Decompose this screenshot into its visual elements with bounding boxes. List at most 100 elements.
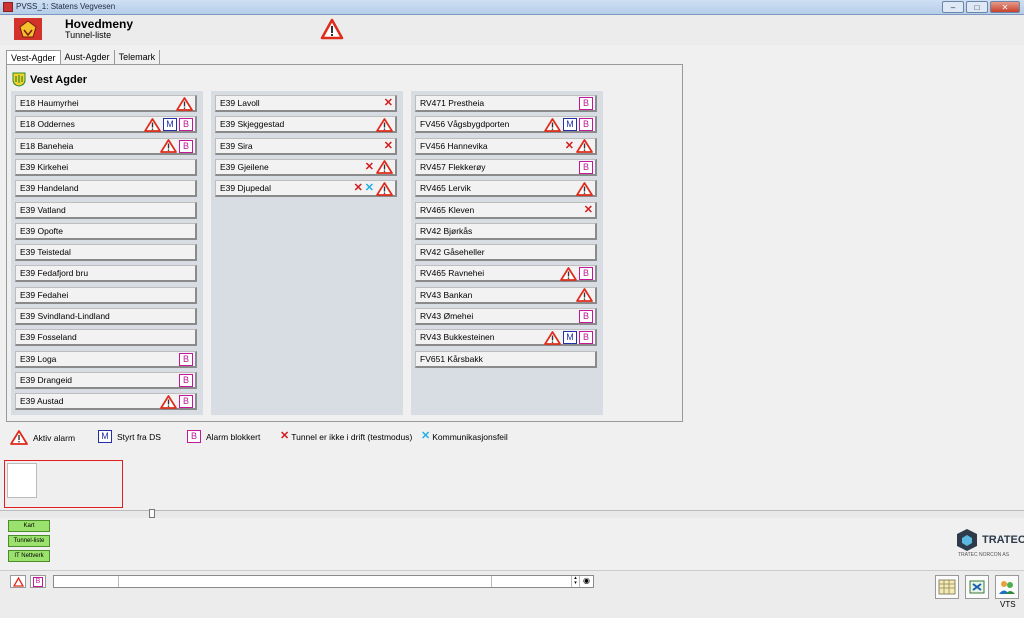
minimap[interactable] [4, 460, 123, 508]
tunnel-name: E39 Loga [20, 353, 57, 364]
trend-tool-button[interactable] [935, 575, 959, 599]
tunnel-button[interactable]: RV465 Ravnehei B [415, 265, 597, 283]
tunnel-button[interactable]: E39 Fedahei [15, 286, 197, 304]
export-tool-button[interactable] [965, 575, 989, 599]
execute-icon[interactable]: ◉ [579, 576, 593, 587]
status-icons: ✕ [384, 139, 393, 154]
alarm-icon [160, 139, 177, 153]
tunnel-name: E39 Vatland [20, 204, 66, 215]
minimize-button[interactable]: – [942, 1, 964, 13]
tunnel-button[interactable]: FV456 Vågsbygdporten M B [415, 116, 597, 134]
tunnel-button[interactable]: E39 Vatland [15, 201, 197, 219]
test-mode-icon: ✕ [280, 430, 290, 442]
spin-control[interactable]: ▴ ▾ [571, 576, 579, 587]
status-icons: ✕ [384, 96, 393, 111]
tunnel-button[interactable]: E39 Djupedal ✕ ✕ [215, 180, 397, 198]
tunnel-button[interactable]: RV42 Gåseheller [415, 244, 597, 262]
tunnel-button[interactable]: E39 Gjeilene ✕ [215, 158, 397, 176]
horizontal-slider[interactable] [0, 509, 1024, 518]
tunnel-button[interactable]: E39 Svindland-Lindland [15, 308, 197, 325]
field-divider [118, 576, 119, 587]
slider-handle[interactable] [149, 509, 155, 518]
legend-blocked-label: Alarm blokkert [206, 431, 261, 442]
vts-label: VTS [1000, 600, 1016, 609]
tunnel-name: E39 Austad [20, 396, 64, 407]
tunnel-button[interactable]: FV456 Hannevika ✕ [415, 137, 597, 155]
tunnel-button[interactable]: E39 Drangeid B [15, 371, 197, 389]
alarm-icon [576, 181, 593, 196]
alarm-blocked-icon: B [179, 373, 193, 387]
tunnel-button[interactable]: RV457 Flekkerøy B [415, 158, 597, 176]
tab-aust-agder[interactable]: Aust-Agder [60, 50, 115, 65]
tunnel-button[interactable]: E39 Sira ✕ [215, 137, 397, 155]
tunnel-button[interactable]: E39 Skjeggestad [215, 116, 397, 134]
legend-alarm: Aktiv alarm [10, 430, 75, 445]
tunnel-name: RV43 Ømehei [420, 311, 474, 321]
nav-kart-button[interactable]: Kart [8, 520, 50, 532]
command-field[interactable]: ▴ ▾ ◉ [53, 575, 594, 588]
maximize-button[interactable]: □ [966, 1, 988, 13]
status-icons: B [560, 266, 593, 281]
tunnel-button[interactable]: E39 Lavoll ✕ [215, 95, 397, 112]
tab-vest-agder[interactable]: Vest-Agder [6, 50, 61, 65]
tunnel-button[interactable]: E18 Oddernes M B [15, 116, 197, 134]
window-titlebar: PVSS_1: Statens Vegvesen – □ ✕ [0, 0, 1024, 15]
alarm-blocked-icon: B [179, 118, 193, 132]
tunnel-button[interactable]: RV465 Lervik [415, 180, 597, 198]
tunnel-name: RV465 Kleven [420, 204, 475, 215]
close-button[interactable]: ✕ [990, 1, 1020, 13]
alarm-icon [544, 330, 561, 345]
tunnel-name: RV43 Bukkesteinen [420, 332, 495, 343]
tunnel-button[interactable]: E39 Teistedal [15, 244, 197, 262]
tunnel-button[interactable]: RV471 Prestheia B [415, 95, 597, 112]
tunnel-name: FV456 Vågsbygdporten [420, 119, 510, 130]
legend-blocked: B Alarm blokkert [187, 430, 260, 443]
tunnel-name: E39 Djupedal [220, 183, 272, 194]
page-subtitle: Tunnel-liste [65, 30, 112, 40]
status-icons: B [160, 139, 193, 154]
status-icons: B [160, 394, 193, 409]
manual-control-icon: M [98, 430, 112, 443]
tunnel-button[interactable]: RV43 Bankan [415, 286, 597, 304]
tunnel-button[interactable]: FV651 Kårsbakk [415, 350, 597, 368]
tunnel-button[interactable]: E39 Loga B [15, 350, 197, 368]
alarm-icon [160, 394, 177, 409]
test-mode-icon: ✕ [564, 139, 574, 152]
manual-control-icon: M [563, 118, 577, 132]
users-tool-button[interactable] [995, 575, 1019, 599]
test-mode-icon: ✕ [364, 160, 374, 173]
status-icons: B [579, 309, 593, 324]
tunnel-button[interactable]: E18 Haumyrhei [15, 95, 197, 112]
tunnel-button[interactable]: E39 Austad B [15, 393, 197, 411]
nav-tunnel-list-button[interactable]: Tunnel-liste [8, 535, 50, 547]
tunnel-button[interactable]: E18 Baneheia B [15, 137, 197, 155]
alarm-blocked-icon: B [579, 97, 593, 110]
tunnel-button[interactable]: RV42 Bjørkås [415, 222, 597, 240]
tunnel-button[interactable]: RV43 Bukkesteinen M B [415, 329, 597, 347]
status-icons: MB [144, 117, 193, 132]
tunnel-button[interactable]: E39 Kirkehei [15, 158, 197, 176]
blocked-filter-button[interactable]: B [30, 575, 46, 588]
status-icons: B [179, 373, 193, 388]
legend-alarm-label: Aktiv alarm [33, 432, 76, 443]
app-icon [3, 2, 13, 12]
users-icon [999, 581, 1015, 594]
tab-telemark[interactable]: Telemark [114, 50, 161, 65]
nav-it-network-button[interactable]: IT Nettverk [8, 550, 50, 562]
tunnel-button[interactable]: E39 Fosseland [15, 329, 197, 347]
tunnel-button[interactable]: RV465 Kleven ✕ [415, 201, 597, 219]
alarm-filter-button[interactable] [10, 575, 26, 588]
tunnel-button[interactable]: E39 Opofte [15, 222, 197, 240]
alarm-icon [10, 430, 28, 445]
status-icons: B [179, 352, 193, 367]
status-icons: MB [544, 117, 593, 132]
tunnel-column-2: E39 Lavoll ✕ E39 Skjeggestad E39 Sira ✕ E39 G… [211, 91, 403, 415]
tunnel-button[interactable]: RV43 Ømehei B [415, 308, 597, 325]
tunnel-name: RV471 Prestheia [420, 98, 485, 108]
field-divider [491, 576, 492, 587]
alarm-icon [376, 181, 393, 196]
tunnel-button[interactable]: E39 Handeland [15, 180, 197, 198]
global-alarm-icon[interactable] [320, 18, 344, 40]
region-tabs: Vest-Agder Aust-Agder Telemark [6, 50, 161, 65]
tunnel-button[interactable]: E39 Fedafjord bru [15, 265, 197, 283]
